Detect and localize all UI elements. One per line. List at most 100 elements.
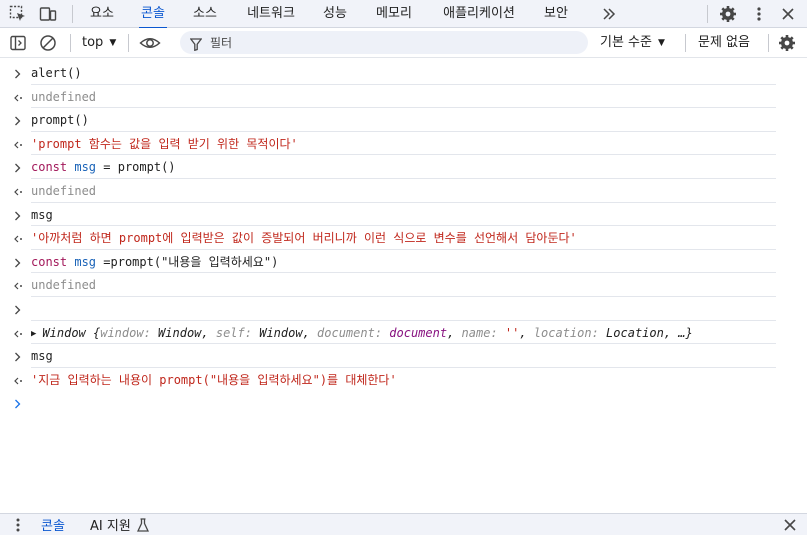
prop-key: location <box>533 325 592 340</box>
console-input-text: prompt() <box>31 113 89 128</box>
console-output-text: 'prompt 함수는 값을 입력 받기 위한 목적이다' <box>31 136 298 151</box>
return-value-arrow-icon <box>11 231 25 245</box>
console-input-row[interactable]: msg <box>0 344 807 368</box>
flask-icon <box>136 518 149 535</box>
bottom-drawer: 콘솔 AI 지원 <box>0 513 807 535</box>
context-selector[interactable]: top ▼ <box>82 34 116 52</box>
console-input-text: alert() <box>31 66 82 80</box>
context-label: top <box>82 35 104 50</box>
log-levels-label: 기본 수준 <box>600 35 652 50</box>
prompt-chevron-icon <box>11 396 25 410</box>
input-chevron-icon <box>11 349 25 363</box>
console-input-row[interactable]: prompt() <box>0 108 807 132</box>
toolbar-divider <box>768 34 769 52</box>
return-value-arrow-icon <box>11 278 25 292</box>
drawer-tab-console[interactable]: 콘솔 <box>41 518 65 535</box>
tab-console[interactable]: 콘솔 <box>139 0 167 29</box>
eye-icon[interactable] <box>139 33 161 53</box>
inspect-element-icon[interactable] <box>8 4 28 24</box>
prop-value: Location <box>606 325 664 340</box>
filter-box[interactable] <box>180 31 588 54</box>
caret-down-icon: ▼ <box>109 38 117 48</box>
console-output-text: undefined <box>31 89 97 104</box>
return-value-arrow-icon <box>11 90 25 104</box>
toolbar-divider <box>707 5 708 23</box>
console-output-row[interactable]: '아까처럼 하면 prompt에 입력받은 값이 증발되어 버리니까 이런 식으… <box>0 226 807 250</box>
toolbar-divider <box>128 34 129 52</box>
input-chevron-icon <box>11 66 25 80</box>
drawer-tab-label: AI 지원 <box>90 519 131 534</box>
return-value-arrow-icon <box>11 184 25 198</box>
tab-sources[interactable]: 소스 <box>191 0 219 28</box>
devtools-tab-bar: 요소 콘솔 소스 네트워크 성능 메모리 애플리케이션 보안 <box>0 0 807 29</box>
console-output-text: undefined <box>31 183 97 198</box>
toolbar-divider <box>70 34 71 52</box>
prop-value: document <box>389 325 448 340</box>
console-output-row[interactable]: '지금 입력하는 내용이 prompt("내용을 입력하세요")를 대체한다' <box>0 368 807 392</box>
prop-value: Window <box>259 325 303 340</box>
close-drawer-icon[interactable] <box>780 515 800 535</box>
console-input-row[interactable]: const msg =prompt("내용을 입력하세요") <box>0 250 807 274</box>
drawer-tab-ai-assistance[interactable]: AI 지원 <box>90 518 149 535</box>
return-value-arrow-icon <box>11 326 25 340</box>
device-toolbar-icon[interactable] <box>38 4 58 24</box>
sidebar-toggle-icon[interactable] <box>8 33 28 53</box>
console-output-text: undefined <box>31 278 97 293</box>
input-chevron-icon <box>11 113 25 127</box>
prop-value: Window <box>158 325 202 340</box>
console-output-row[interactable]: 'prompt 함수는 값을 입력 받기 위한 목적이다' <box>0 132 807 156</box>
object-preview[interactable]: ▶ Window {window: Window, self: Window, d… <box>31 325 693 342</box>
console-output-text: '지금 입력하는 내용이 prompt("내용을 입력하세요")를 대체한다' <box>31 372 397 387</box>
prop-key: self <box>215 325 245 340</box>
filter-icon <box>189 36 203 55</box>
console-output-row[interactable]: ▶ Window {window: Window, self: Window, d… <box>0 321 807 345</box>
clear-console-icon[interactable] <box>38 33 58 53</box>
console-input-text: msg <box>31 349 53 364</box>
tab-performance[interactable]: 성능 <box>321 0 349 28</box>
console-log[interactable]: alert() undefined prompt() 'prompt 함수는 값… <box>0 61 807 415</box>
issues-button[interactable]: 문제 없음 <box>698 34 750 52</box>
return-value-arrow-icon <box>11 373 25 387</box>
prop-key: document <box>317 325 375 340</box>
filter-input[interactable] <box>210 33 580 52</box>
input-chevron-icon <box>11 160 25 174</box>
tab-elements[interactable]: 요소 <box>88 0 116 28</box>
return-value-arrow-icon <box>11 137 25 151</box>
console-input-row[interactable]: msg <box>0 203 807 227</box>
console-output-text: '아까처럼 하면 prompt에 입력받은 값이 증발되어 버리니까 이런 식으… <box>31 231 577 246</box>
toolbar-divider <box>685 34 686 52</box>
console-output-row[interactable]: undefined <box>0 85 807 109</box>
console-prompt-row[interactable] <box>0 391 807 415</box>
tab-application[interactable]: 애플리케이션 <box>438 0 520 28</box>
input-chevron-icon <box>11 208 25 222</box>
log-levels-dropdown[interactable]: 기본 수준 ▼ <box>600 34 665 52</box>
caret-down-icon: ▼ <box>657 38 665 48</box>
console-toolbar: top ▼ 기본 수준 ▼ 문제 없음 <box>0 28 807 58</box>
more-vert-icon[interactable] <box>749 4 769 24</box>
input-chevron-icon <box>11 302 25 316</box>
chevrons-right-icon[interactable] <box>599 4 619 24</box>
input-chevron-icon <box>11 255 25 269</box>
more-vert-icon[interactable] <box>8 515 28 535</box>
gear-icon[interactable] <box>718 4 738 24</box>
console-input-row[interactable] <box>0 297 807 321</box>
console-input-text: const msg =prompt("내용을 입력하세요") <box>31 254 279 269</box>
tab-memory[interactable]: 메모리 <box>373 0 415 28</box>
prop-ellipsis: … <box>678 325 686 340</box>
prop-key: window <box>100 325 144 340</box>
close-icon[interactable] <box>778 4 798 24</box>
tab-network[interactable]: 네트워크 <box>243 0 299 28</box>
prop-key: name <box>461 325 491 340</box>
toolbar-divider <box>72 5 73 23</box>
tab-security[interactable]: 보안 <box>542 0 570 28</box>
prop-value: '' <box>504 325 520 340</box>
console-input-row[interactable]: const msg = prompt() <box>0 155 807 179</box>
console-input-text: msg <box>31 207 53 222</box>
console-input-row[interactable]: alert() <box>0 61 807 85</box>
console-output-row[interactable]: undefined <box>0 273 807 297</box>
console-settings-gear-icon[interactable] <box>777 33 797 53</box>
console-input-text: const msg = prompt() <box>31 160 176 175</box>
expand-triangle-icon[interactable]: ▶ <box>31 326 36 342</box>
console-output-row[interactable]: undefined <box>0 179 807 203</box>
object-name: Window <box>42 325 86 340</box>
